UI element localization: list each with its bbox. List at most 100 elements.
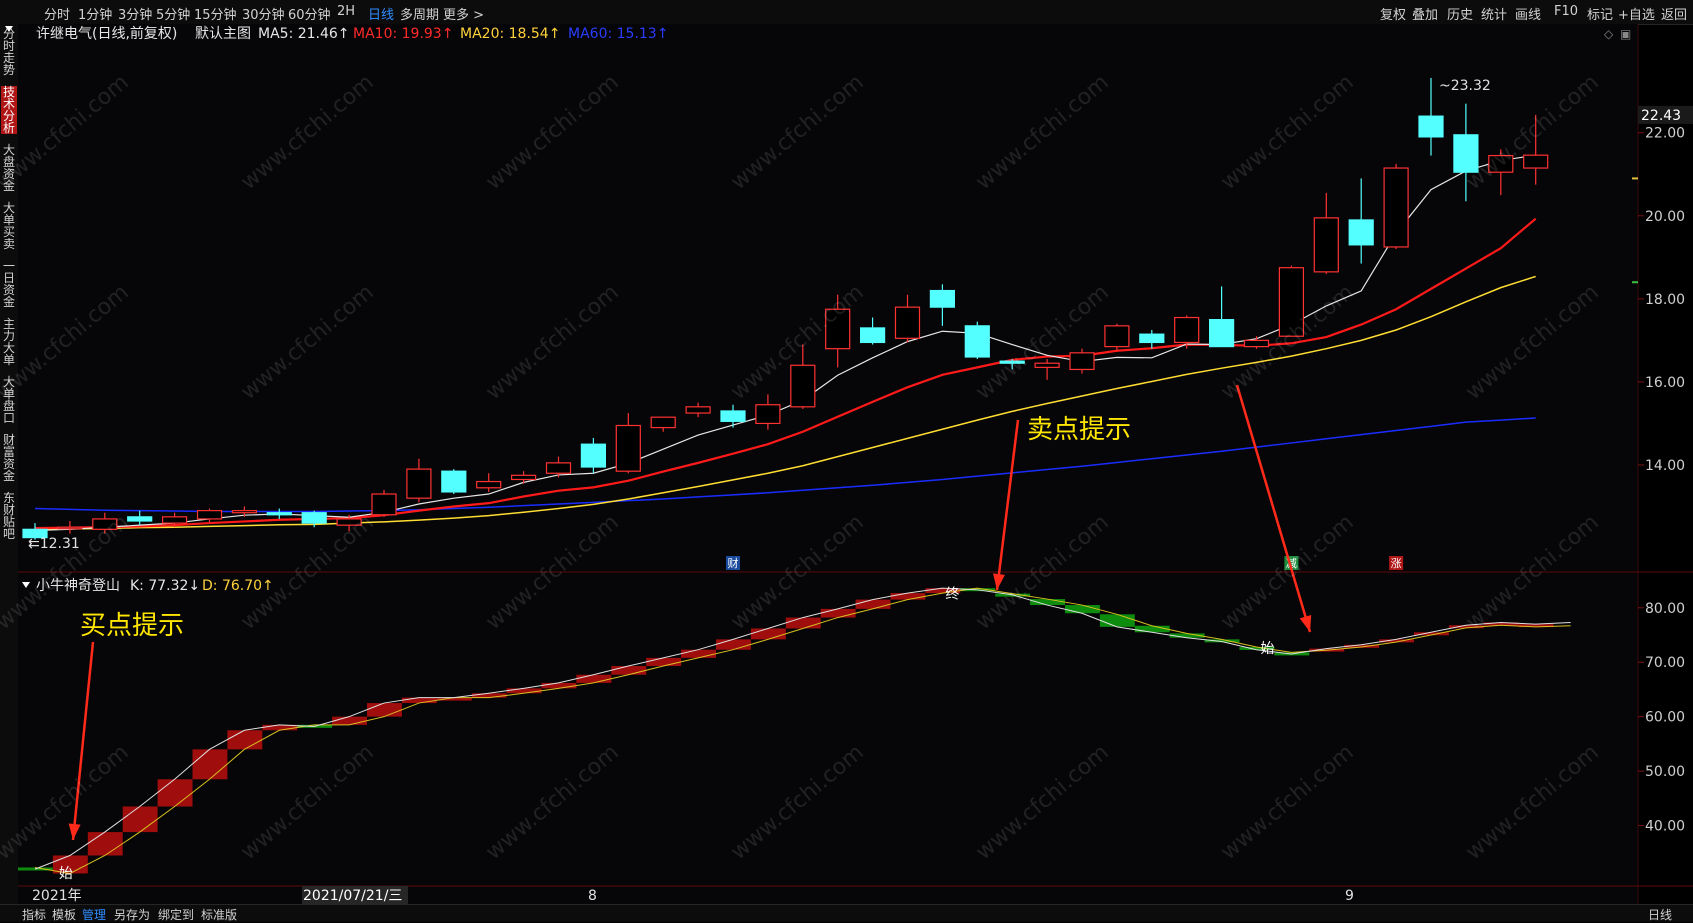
kd-block (401, 697, 437, 704)
kd-tick-label: 40.00 (1645, 819, 1685, 835)
bottom-tab-5[interactable]: 标准版 (201, 906, 237, 923)
kd-block (681, 649, 716, 658)
panel-icon: ▣ (1620, 27, 1631, 41)
kd-block (122, 806, 158, 833)
ma-legend-1: MA10: 19.93↑ (353, 26, 453, 42)
candle-body (1313, 217, 1339, 273)
price-tick-label: 22.00 (1645, 126, 1685, 142)
candle-body (1418, 115, 1444, 138)
candle-body (894, 306, 921, 339)
candle-body (545, 462, 572, 474)
candle-body (231, 510, 257, 514)
kd-block (750, 628, 786, 640)
price-tick-label: 16.00 (1645, 375, 1685, 391)
kd-block (192, 749, 228, 780)
kd-block (541, 682, 577, 689)
ma-legend-3: MA60: 15.13↑ (568, 26, 668, 42)
d-value-label: D: 76.70↑ (202, 578, 274, 594)
candle-body (929, 289, 956, 308)
candle-body (1069, 352, 1095, 371)
candle-body (266, 512, 292, 516)
kd-block (471, 693, 507, 698)
kd-block (1065, 605, 1100, 614)
candle-body (162, 516, 188, 524)
date-label: 9 (1345, 888, 1354, 904)
kd-block (157, 779, 193, 807)
candle-body (1174, 316, 1200, 344)
event-marker-label: 财 (728, 556, 739, 570)
candle-body (650, 416, 676, 429)
main-template-name: 默认主图 (195, 26, 251, 42)
date-label: 2021/07/21/三 (303, 888, 402, 904)
end-mark: 终 (945, 586, 959, 602)
kd-block (890, 593, 926, 600)
kd-block (332, 716, 367, 725)
candle-body (755, 404, 781, 425)
candle-body (859, 327, 886, 344)
start-mark: 始 (1261, 641, 1275, 657)
candle-body (476, 480, 502, 489)
date-label: 8 (588, 888, 597, 904)
k-value-label: K: 77.32↓ (130, 578, 200, 594)
candle-body (1383, 167, 1409, 248)
candle-body (580, 443, 607, 468)
bottom-tab-3[interactable]: 另存为 (114, 906, 150, 923)
candle-body (1139, 333, 1165, 344)
candle-body (127, 516, 153, 522)
start-mark: 始 (59, 866, 73, 882)
kd-block (1099, 614, 1135, 627)
ma-legend-0: MA5: 21.46↑ (258, 26, 350, 42)
candle-body (685, 406, 711, 414)
kd-block (227, 730, 263, 750)
settings-icon: ◇ (1604, 27, 1614, 41)
bottom-tab-4[interactable]: 绑定到 (158, 906, 194, 923)
candle-body (1208, 319, 1235, 348)
candle-body (720, 410, 746, 422)
candle-body (301, 512, 327, 524)
buy-hint-label: 买点提示 (80, 611, 184, 641)
kd-block (820, 608, 856, 618)
kd-block (646, 657, 682, 667)
candle-body (371, 493, 397, 516)
candle-body (1523, 154, 1549, 169)
kd-tick-label: 70.00 (1645, 655, 1685, 671)
candle-body (1348, 219, 1374, 246)
candle-body (406, 468, 432, 499)
candle-body (964, 325, 990, 358)
candle-body (511, 474, 537, 481)
kd-tick-label: 80.00 (1645, 601, 1685, 617)
bottom-period-label[interactable]: 日线 (1648, 906, 1672, 923)
price-tick-label: 18.00 (1645, 292, 1685, 308)
candle-body (615, 424, 641, 472)
kd-block (611, 666, 647, 675)
kd-block (87, 832, 123, 856)
kd-block (367, 703, 402, 717)
sell-hint-label: 卖点提示 (1027, 415, 1131, 445)
candle-body (1034, 362, 1060, 368)
candle-body (1104, 325, 1130, 348)
date-label: 2021年 (32, 888, 82, 904)
collapse-icon[interactable] (5, 26, 13, 32)
price-tick-label: 20.00 (1645, 209, 1685, 225)
kd-block (576, 674, 612, 683)
price-tick-label: 14.00 (1645, 458, 1685, 474)
candle-body (441, 470, 467, 493)
kd-block (506, 688, 542, 694)
bottom-toolbar: 指标模板管理另存为绑定到标准版 日线 + (0, 904, 1693, 922)
candle-body (196, 510, 223, 520)
main-title: 许继电气(日线,前复权) (36, 25, 177, 42)
kd-block (785, 617, 821, 629)
kd-tick-label: 50.00 (1645, 764, 1685, 780)
candle-body (57, 526, 83, 530)
kd-block (855, 599, 891, 609)
max-price-label: ~23.32 (1439, 78, 1491, 94)
ma-legend-2: MA20: 18.54↑ (460, 26, 560, 42)
candle-body (790, 364, 816, 408)
bottom-tab-0[interactable]: 指标 (22, 906, 46, 923)
current-price-label: 22.43 (1641, 108, 1681, 124)
kd-tick-label: 60.00 (1645, 710, 1685, 726)
event-marker-label: 涨 (1391, 557, 1402, 570)
bottom-tab-2[interactable]: 管理 (82, 906, 106, 923)
kd-block (716, 639, 751, 650)
bottom-tab-1[interactable]: 模板 (52, 906, 76, 923)
